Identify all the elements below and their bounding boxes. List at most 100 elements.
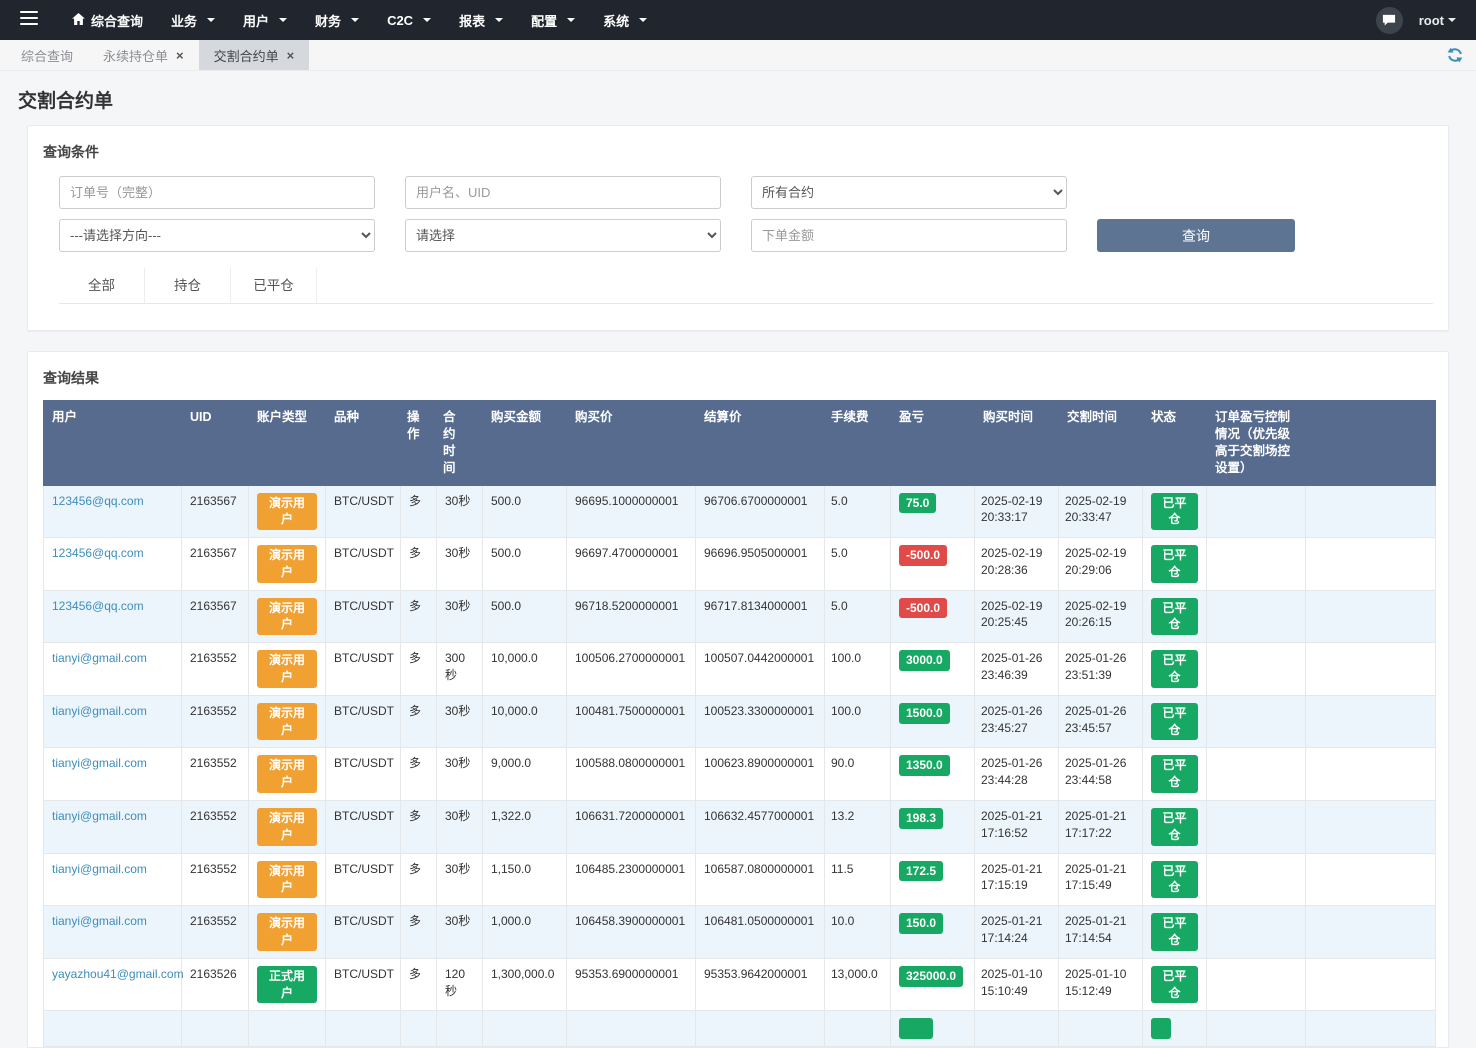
- user-email-link[interactable]: tianyi@gmail.com: [52, 756, 147, 770]
- buy-time-cell: [974, 1010, 1059, 1048]
- refresh-icon[interactable]: [1446, 40, 1464, 70]
- close-icon[interactable]: ×: [287, 49, 295, 62]
- filler-cell: [1305, 852, 1436, 907]
- uid-cell: 2163552: [181, 694, 249, 749]
- direction-select[interactable]: ---请选择方向---: [59, 219, 375, 252]
- status-select[interactable]: 请选择: [405, 219, 721, 252]
- account-type-cell: 演示用户: [248, 800, 326, 854]
- column-header-symbol: 品种: [325, 400, 401, 486]
- pnl-badge: 3000.0: [899, 650, 950, 672]
- table-row: tianyi@gmail.com 2163552 演示用户 BTC/USDT 多 30秒 9…: [43, 747, 1436, 802]
- column-header-amount: 购买金额: [482, 400, 567, 486]
- user-email-link[interactable]: 123456@qq.com: [52, 546, 144, 560]
- user-email-link[interactable]: tianyi@gmail.com: [52, 914, 147, 928]
- tab-delivery-contracts[interactable]: 交割合约单 ×: [198, 40, 310, 70]
- nav-item-label: C2C: [387, 12, 414, 28]
- filler-cell: [1305, 905, 1436, 959]
- amount-input[interactable]: [751, 219, 1067, 252]
- nav-item-c2c[interactable]: C2C: [373, 0, 445, 40]
- fee-cell: 5.0: [824, 537, 891, 591]
- uid-cell: 2163567: [181, 537, 249, 591]
- amount-cell: 10,000.0: [482, 642, 567, 696]
- account-type-cell: 演示用户: [248, 747, 326, 802]
- direction-cell: 多: [400, 852, 437, 907]
- search-button[interactable]: 查询: [1097, 219, 1295, 252]
- pnl-badge: 150.0: [899, 913, 944, 935]
- amount-cell: 9,000.0: [482, 747, 567, 802]
- column-header-direction: 操作: [400, 400, 437, 486]
- symbol-cell: BTC/USDT: [325, 484, 401, 539]
- user-email-link[interactable]: yayazhou41@gmail.com: [52, 967, 184, 981]
- user-menu[interactable]: root: [1419, 13, 1456, 28]
- nav-item-label: 综合查询: [91, 13, 144, 29]
- nav-item-reports[interactable]: 报表: [445, 0, 517, 40]
- symbol-cell: BTC/USDT: [325, 589, 401, 644]
- user-email-link[interactable]: 123456@qq.com: [52, 494, 144, 508]
- symbol-cell: BTC/USDT: [325, 537, 401, 591]
- pnl-cell: 172.5: [890, 852, 975, 907]
- nav-item-users[interactable]: 用户: [229, 0, 301, 40]
- pnl-control-cell: [1206, 905, 1306, 959]
- settle-time-cell: 2025-02-19 20:33:47: [1058, 484, 1143, 539]
- settle-price-cell: 96717.8134000001: [695, 589, 825, 644]
- close-icon[interactable]: ×: [176, 49, 184, 62]
- filter-tab-holding[interactable]: 持仓: [145, 268, 231, 303]
- table-row: tianyi@gmail.com 2163552 演示用户 BTC/USDT 多 30秒 1…: [43, 852, 1436, 907]
- nav-item-composite-query[interactable]: 综合查询: [58, 0, 157, 40]
- uid-cell: 2163552: [181, 800, 249, 854]
- user-email-link[interactable]: 123456@qq.com: [52, 599, 144, 613]
- user-email-link[interactable]: tianyi@gmail.com: [52, 809, 147, 823]
- fee-cell: [824, 1010, 891, 1048]
- table-row: 123456@qq.com 2163567 演示用户 BTC/USDT 多 30秒 500.…: [43, 484, 1436, 539]
- filter-tab-closed[interactable]: 已平仓: [231, 268, 317, 303]
- nav-item-business[interactable]: 业务: [157, 0, 229, 40]
- pnl-badge: -500.0: [899, 545, 948, 566]
- contract-select[interactable]: 所有合约: [751, 176, 1067, 209]
- filler-cell: [1305, 537, 1436, 591]
- filler-cell: [1305, 957, 1436, 1012]
- uid-cell: [181, 1010, 249, 1048]
- duration-cell: 30秒: [436, 905, 483, 959]
- navbar-right: root: [1375, 0, 1476, 40]
- status-badge: 已平仓: [1151, 492, 1198, 531]
- nav-item-finance[interactable]: 财务: [301, 0, 373, 40]
- direction-cell: 多: [400, 537, 437, 591]
- filter-tab-all[interactable]: 全部: [59, 268, 145, 303]
- settle-price-cell: 95353.9642000001: [695, 957, 825, 1012]
- filler-cell: [1305, 747, 1436, 802]
- chat-icon[interactable]: [1375, 6, 1403, 34]
- user-email-link[interactable]: tianyi@gmail.com: [52, 862, 147, 876]
- column-header-duration: 合约时间: [436, 400, 483, 486]
- sidebar-toggle-button[interactable]: [0, 0, 58, 40]
- duration-cell: 30秒: [436, 589, 483, 644]
- buy-time-cell: 2025-01-21 17:14:24: [974, 905, 1059, 959]
- results-title: 查询结果: [43, 370, 99, 386]
- user-email-link[interactable]: tianyi@gmail.com: [52, 704, 147, 718]
- table-row: yayazhou41@gmail.com 2163526 正式用户 BTC/USDT 多…: [43, 957, 1436, 1012]
- settle-time-cell: 2025-01-26 23:44:58: [1058, 747, 1143, 802]
- tab-composite-query[interactable]: 综合查询: [6, 40, 88, 70]
- table-header-row: 用户 UID 账户类型 品种 操作 合约时间 购买金额 购买价 结算价 手续费 …: [43, 400, 1436, 486]
- pnl-cell: 75.0: [890, 484, 975, 539]
- order-no-input[interactable]: [59, 176, 375, 209]
- nav-item-system[interactable]: 系统: [589, 0, 661, 40]
- buy-price-cell: [566, 1010, 696, 1048]
- status-badge: 已平仓: [1151, 650, 1198, 688]
- buy-price-cell: 96695.1000000001: [566, 484, 696, 539]
- tab-perpetual-positions[interactable]: 永续持仓单 ×: [88, 40, 199, 70]
- nav-item-label: 报表: [459, 13, 486, 29]
- pnl-control-cell: [1206, 1010, 1306, 1048]
- pnl-cell: 1350.0: [890, 747, 975, 802]
- nav-item-config[interactable]: 配置: [517, 0, 589, 40]
- user-cell: 123456@qq.com: [43, 484, 182, 539]
- status-cell: 已平仓: [1142, 484, 1207, 539]
- chevron-down-icon: [1448, 18, 1456, 22]
- settle-price-cell: 96706.6700000001: [695, 484, 825, 539]
- chevron-down-icon: [279, 18, 288, 22]
- table-row: [43, 1010, 1436, 1048]
- status-cell: 已平仓: [1142, 642, 1207, 696]
- nav-item-label: 财务: [315, 13, 342, 29]
- user-email-link[interactable]: tianyi@gmail.com: [52, 651, 147, 665]
- username-uid-input[interactable]: [405, 176, 721, 209]
- column-header-account-type: 账户类型: [248, 400, 326, 486]
